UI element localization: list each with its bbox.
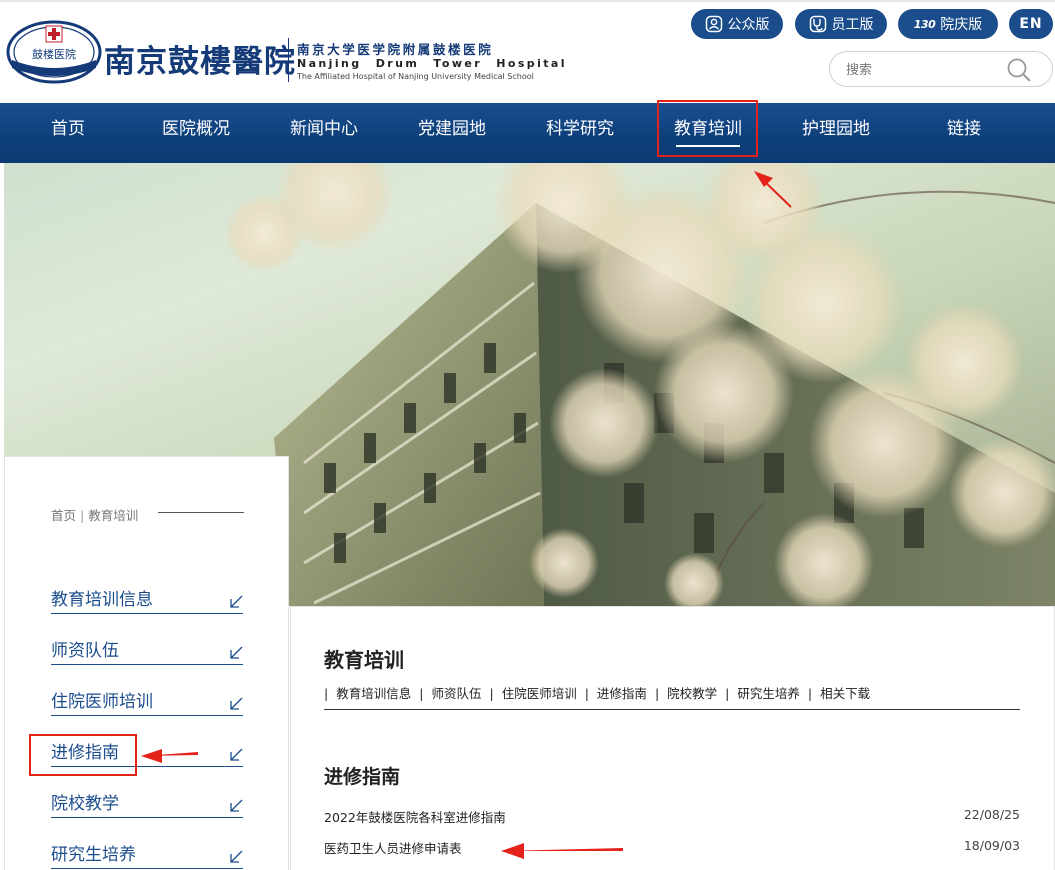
subnav-resident-training[interactable]: 住院医师培训 — [502, 686, 577, 701]
nav-nursing[interactable]: 护理园地 — [796, 103, 876, 163]
arrow-down-left-icon — [230, 748, 243, 761]
subnav-faculty[interactable]: 师资队伍 — [431, 686, 481, 701]
staff-version-button[interactable]: 员工版 — [795, 9, 887, 39]
nav-research[interactable]: 科学研究 — [540, 103, 620, 163]
sidebar-item-faculty[interactable]: 师资队伍 — [51, 636, 243, 665]
stethoscope-icon — [809, 15, 826, 33]
anniversary-130-icon: 130 — [913, 17, 936, 31]
sidebar-item-label: 师资队伍 — [51, 641, 119, 661]
breadcrumb-separator: | — [80, 508, 85, 523]
arrow-down-left-icon — [230, 595, 243, 608]
sidebar-item-label: 院校教学 — [51, 794, 119, 814]
nav-news[interactable]: 新闻中心 — [284, 103, 364, 163]
hospital-name-en: Nanjing Drum Tower Hospital — [297, 57, 567, 70]
sidebar-item-resident-training[interactable]: 住院医师培训 — [51, 687, 243, 716]
logo-divider — [288, 38, 289, 82]
article-date: 18/09/03 — [963, 838, 1020, 853]
anniversary-version-label: 院庆版 — [940, 17, 983, 33]
sidebar-item-label: 研究生培养 — [51, 845, 136, 865]
sub-navigation: | 教育培训信息 | 师资队伍 | 住院医师培训 | 进修指南 | 院校教学 | 研究生培养 | 相关下载 — [324, 686, 871, 701]
search-icon[interactable] — [1006, 57, 1032, 83]
subnav-visiting-guide[interactable]: 进修指南 — [597, 686, 647, 701]
site-header: 鼓楼医院 南京鼓樓醫院 南京大学医学院附属鼓楼医院 Nanjing Drum T… — [0, 0, 1055, 103]
breadcrumb: 首页 | 教育培训 — [51, 505, 138, 524]
subnav-downloads[interactable]: 相关下载 — [820, 686, 870, 701]
search-input[interactable] — [844, 60, 1008, 80]
subnav-graduate-training[interactable]: 研究生培养 — [737, 686, 800, 701]
svg-text:鼓楼医院: 鼓楼医院 — [32, 47, 76, 61]
article-date: 22/08/25 — [963, 807, 1020, 822]
left-sidebar: 首页 | 教育培训 教育培训信息 师资队伍 住院医师培训 进修指南 院校教学 研究生… — [4, 456, 289, 870]
article-title[interactable]: 2022年鼓楼医院各科室进修指南 — [324, 807, 506, 826]
public-version-icon — [705, 15, 722, 33]
arrow-down-left-icon — [230, 646, 243, 659]
search-box — [829, 51, 1053, 87]
sidebar-item-graduate-training[interactable]: 研究生培养 — [51, 840, 243, 869]
arrow-down-left-icon — [230, 697, 243, 710]
hospital-name-cn: 南京大学医学院附属鼓楼医院 — [297, 42, 494, 57]
content-panel: 教育培训 | 教育培训信息 | 师资队伍 | 住院医师培训 | 进修指南 | 院校教学 | 研究生培养… — [290, 606, 1055, 870]
breadcrumb-current[interactable]: 教育培训 — [88, 508, 138, 523]
sidebar-item-label: 教育培训信息 — [51, 590, 153, 610]
nav-party[interactable]: 党建园地 — [412, 103, 492, 163]
nav-links[interactable]: 链接 — [936, 103, 992, 163]
hospital-seal-logo[interactable]: 鼓楼医院 — [6, 20, 102, 84]
staff-version-label: 员工版 — [831, 17, 874, 33]
sidebar-item-education-info[interactable]: 教育培训信息 — [51, 585, 243, 614]
section-title: 教育培训 — [324, 648, 404, 672]
sidebar-visiting-guide-highlight-box — [29, 734, 137, 776]
subnav-education-info[interactable]: 教育培训信息 — [336, 686, 411, 701]
subnav-college-teaching[interactable]: 院校教学 — [667, 686, 717, 701]
sidebar-item-college-teaching[interactable]: 院校教学 — [51, 789, 243, 818]
sidebar-item-label: 住院医师培训 — [51, 692, 153, 712]
article-row[interactable]: 医药卫生人员进修申请表 18/09/03 — [324, 838, 1020, 858]
article-row[interactable]: 2022年鼓楼医院各科室进修指南 22/08/25 — [324, 807, 1020, 827]
subnav-divider — [324, 709, 1020, 710]
nav-home[interactable]: 首页 — [40, 103, 96, 163]
hospital-name-logo: 南京鼓樓醫院 — [104, 44, 296, 80]
main-nav: 首页 医院概况 新闻中心 党建园地 科学研究 教育培训 护理园地 链接 — [0, 103, 1055, 163]
breadcrumb-rule — [158, 512, 244, 513]
public-version-button[interactable]: 公众版 — [691, 9, 783, 39]
arrow-down-left-icon — [230, 850, 243, 863]
article-title[interactable]: 医药卫生人员进修申请表 — [324, 838, 462, 857]
arrow-down-left-icon — [230, 799, 243, 812]
public-version-label: 公众版 — [727, 17, 770, 33]
page-title: 进修指南 — [324, 766, 401, 788]
english-version-button[interactable]: EN — [1009, 9, 1053, 39]
breadcrumb-home[interactable]: 首页 — [51, 508, 76, 523]
anniversary-version-button[interactable]: 130 院庆版 — [898, 9, 998, 39]
hospital-subtitle-en: The Affiliated Hospital of Nanjing Unive… — [297, 72, 534, 81]
nav-education-highlight-box — [657, 100, 758, 157]
nav-about[interactable]: 医院概况 — [156, 103, 236, 163]
